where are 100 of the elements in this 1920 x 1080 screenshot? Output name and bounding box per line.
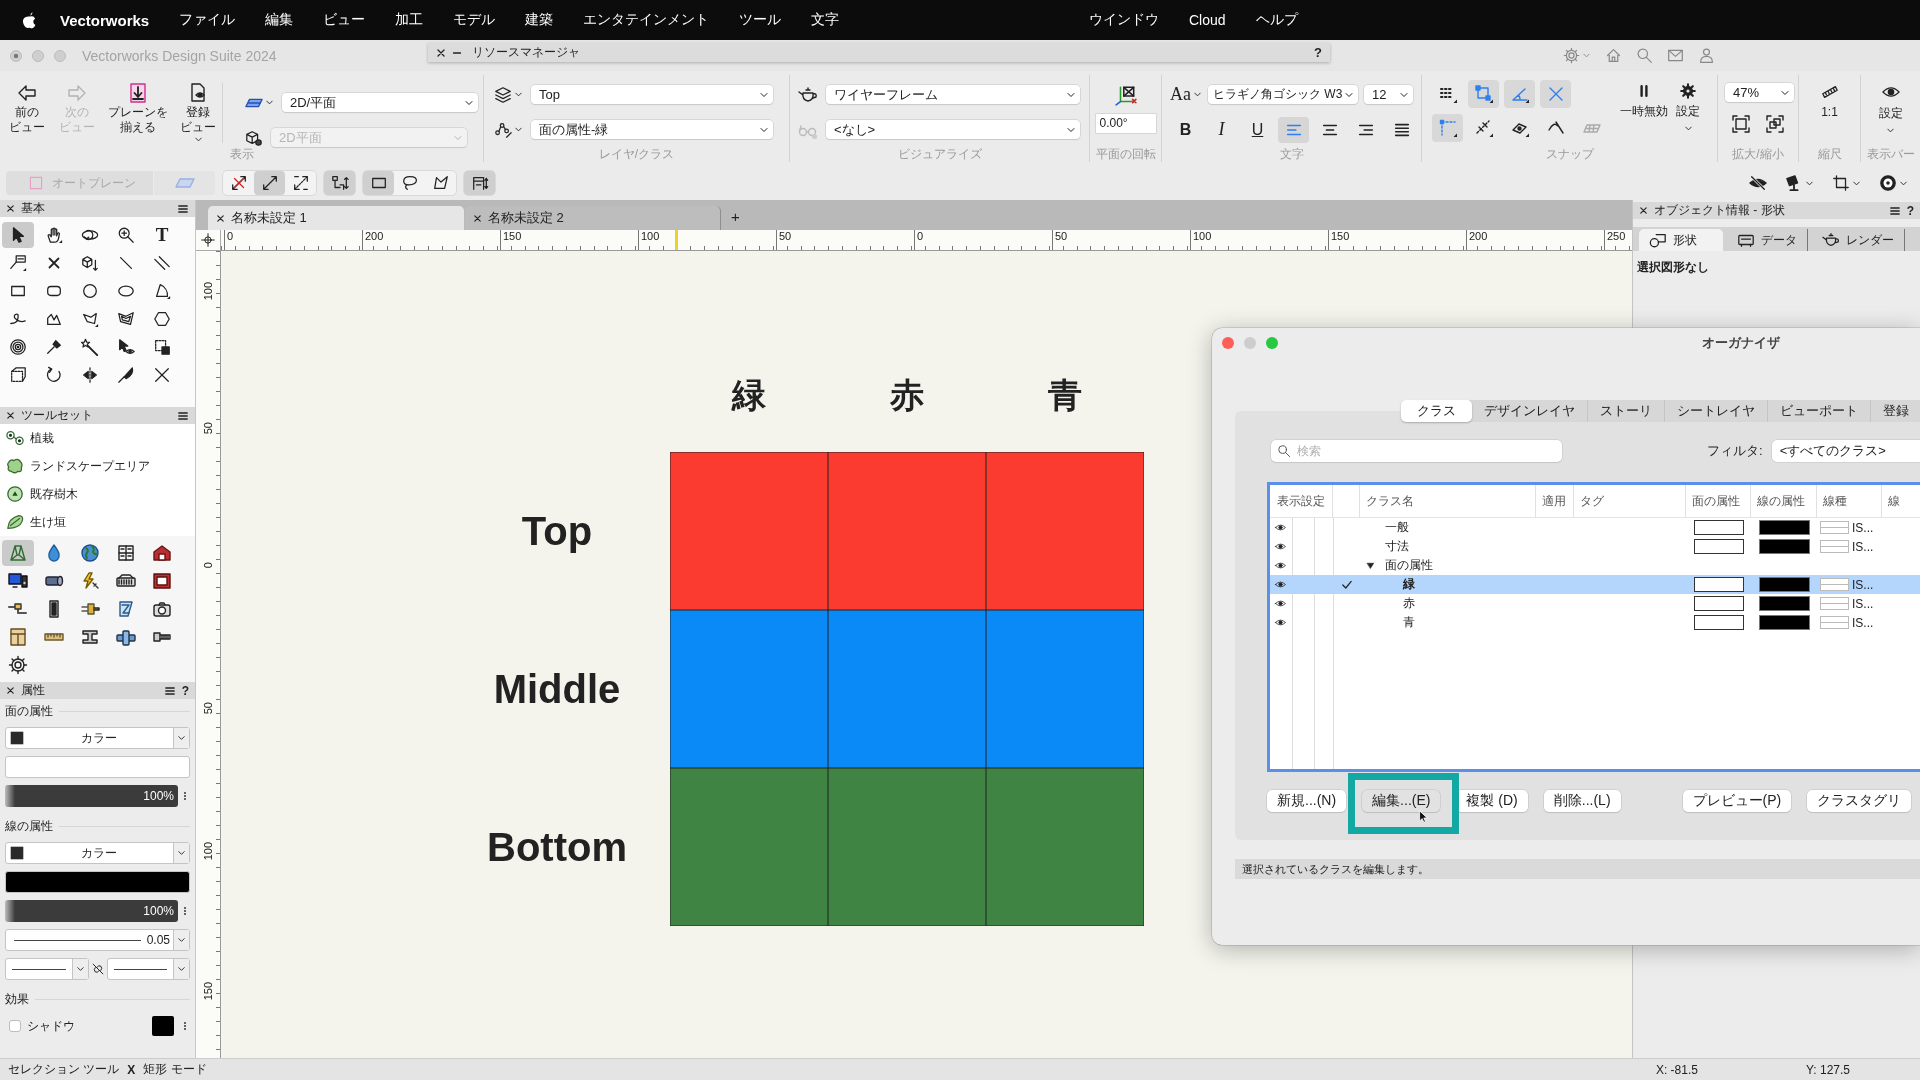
pen-color-field[interactable]	[5, 871, 190, 893]
toolbar-button[interactable]: 前のビュー	[4, 83, 50, 135]
menu-item[interactable]: ファイル	[179, 11, 236, 29]
menu-item[interactable]: ビュー	[323, 11, 366, 29]
home-icon[interactable]	[1605, 47, 1622, 64]
help-button[interactable]: ?	[181, 683, 189, 698]
eye-icon[interactable]	[1273, 579, 1288, 590]
eye-icon[interactable]	[1273, 541, 1288, 552]
tab[interactable]: クラス	[1401, 400, 1472, 422]
menu-item[interactable]: Cloud	[1189, 12, 1226, 28]
mode-button[interactable]	[464, 171, 495, 195]
italic-button[interactable]: I	[1206, 116, 1237, 143]
close-icon[interactable]	[6, 204, 15, 213]
filter-dropdown[interactable]: <すべてのクラス>	[1771, 440, 1920, 462]
pause-snap-button[interactable]: 一時無効	[1620, 83, 1668, 120]
menu-item[interactable]: 編集	[265, 11, 294, 29]
close-icon[interactable]	[6, 686, 15, 695]
mode-button[interactable]	[324, 171, 355, 195]
tool-button[interactable]: T	[146, 222, 178, 248]
add-tab-button[interactable]: +	[731, 206, 740, 230]
pen-swatch[interactable]	[1758, 539, 1810, 554]
close-icon[interactable]	[436, 47, 446, 58]
close-icon[interactable]	[473, 213, 482, 223]
fill-color-field[interactable]	[5, 756, 190, 778]
line-type-swatch[interactable]	[1820, 578, 1849, 591]
app-menu[interactable]: Vectorworks	[60, 11, 150, 29]
plane-dropdown[interactable]: 2D/平面	[282, 93, 478, 112]
menu-icon[interactable]	[163, 684, 176, 697]
teapot-icon[interactable]	[798, 84, 818, 105]
close-icon[interactable]	[216, 213, 225, 223]
snap-settings-button[interactable]: 設定	[1676, 83, 1700, 133]
start-marker-dropdown[interactable]	[5, 958, 89, 980]
tool-item[interactable]: 生け垣	[0, 508, 195, 536]
pen-type-dropdown[interactable]: カラー	[5, 842, 190, 864]
table-row[interactable]: 寸法 IS...	[1270, 537, 1920, 556]
crop-button[interactable]	[1832, 174, 1861, 192]
fill-swatch[interactable]	[1693, 539, 1744, 554]
fill-swatch[interactable]	[1693, 577, 1744, 592]
ring-button[interactable]	[1879, 174, 1908, 192]
close-button[interactable]	[1222, 337, 1234, 349]
column-header[interactable]: 線	[1888, 492, 1900, 510]
rotation-field[interactable]: 0.00°	[1095, 114, 1156, 133]
toolbar-button[interactable]: 登録ビュー	[175, 83, 222, 144]
underline-button[interactable]: U	[1242, 116, 1273, 143]
tool-item[interactable]: 植栽	[0, 424, 195, 452]
zoom-objects-icon[interactable]	[1765, 114, 1785, 134]
zoom-dropdown[interactable]: 47%	[1725, 83, 1794, 102]
tool-item[interactable]: ランドスケープエリア	[0, 452, 195, 480]
person-icon[interactable]	[1698, 47, 1715, 64]
help-button[interactable]: ?	[1314, 45, 1322, 60]
help-button[interactable]: ?	[1906, 203, 1914, 218]
pen-swatch[interactable]	[1758, 615, 1810, 630]
mode-button[interactable]	[254, 171, 285, 195]
tab[interactable]: ストーリ	[1588, 400, 1665, 422]
pen-swatch[interactable]	[1758, 520, 1810, 535]
disclosure-triangle-icon[interactable]	[1366, 561, 1375, 570]
zoom-fit-icon[interactable]	[1731, 114, 1751, 134]
mode-button[interactable]	[363, 171, 394, 195]
render-plane-button[interactable]	[245, 128, 263, 147]
pen-swatch[interactable]	[1758, 577, 1810, 592]
render-mode-dropdown[interactable]: ワイヤーフレーム	[826, 85, 1080, 104]
table-row[interactable]: 緑 IS...	[1270, 575, 1920, 594]
table-row[interactable]: 一般 IS...	[1270, 518, 1920, 537]
menu-item[interactable]: ウインドウ	[1089, 11, 1159, 29]
palette-dropdown[interactable]: <なし>	[826, 120, 1080, 139]
bold-button[interactable]: B	[1170, 116, 1201, 143]
font-size-dropdown[interactable]: 12	[1364, 85, 1413, 104]
eye-icon[interactable]	[1273, 598, 1288, 609]
eye-slash-icon[interactable]	[1749, 174, 1767, 192]
end-marker-dropdown[interactable]	[106, 958, 190, 980]
column-header[interactable]: 適用	[1542, 492, 1566, 510]
axes-icon[interactable]	[1114, 84, 1137, 106]
tab[interactable]: 登録	[1871, 400, 1920, 422]
tool-item[interactable]: 既存樹木	[0, 480, 195, 508]
table-row[interactable]: 青 IS...	[1270, 613, 1920, 632]
envelope-icon[interactable]	[1667, 47, 1684, 64]
dialog-button[interactable]: 複製 (D)	[1456, 790, 1528, 812]
eye-icon[interactable]	[1273, 560, 1288, 571]
tab[interactable]: レンダー	[1812, 229, 1905, 251]
toolbar-button[interactable]: プレーンを揃える	[104, 83, 172, 135]
column-header[interactable]: 表示設定	[1277, 492, 1325, 510]
column-header[interactable]: 線の属性	[1757, 492, 1805, 510]
menu-icon[interactable]	[177, 409, 189, 422]
eye-icon[interactable]	[1273, 617, 1288, 628]
class-dropdown[interactable]: 面の属性-緑	[531, 120, 773, 139]
tab[interactable]: デザインレイヤ	[1472, 400, 1588, 422]
menu-item[interactable]: 文字	[811, 11, 840, 29]
menu-item[interactable]: ヘルプ	[1255, 11, 1298, 29]
column-header[interactable]: タグ	[1580, 492, 1604, 510]
tab[interactable]: ビューポート	[1768, 400, 1871, 422]
tab[interactable]: シートレイヤ	[1665, 400, 1768, 422]
gear-icon[interactable]	[1563, 47, 1580, 64]
menu-item[interactable]: 加工	[395, 11, 424, 29]
document-tab[interactable]: 名称未設定 1	[208, 206, 464, 230]
line-weight-dropdown[interactable]: 0.05	[5, 929, 190, 951]
layer-dropdown[interactable]: Top	[531, 85, 773, 104]
line-type-swatch[interactable]	[1820, 597, 1849, 610]
dialog-button[interactable]: クラスタグリ	[1807, 790, 1912, 812]
line-type-swatch[interactable]	[1820, 540, 1849, 553]
broken-link-icon[interactable]	[90, 961, 105, 977]
